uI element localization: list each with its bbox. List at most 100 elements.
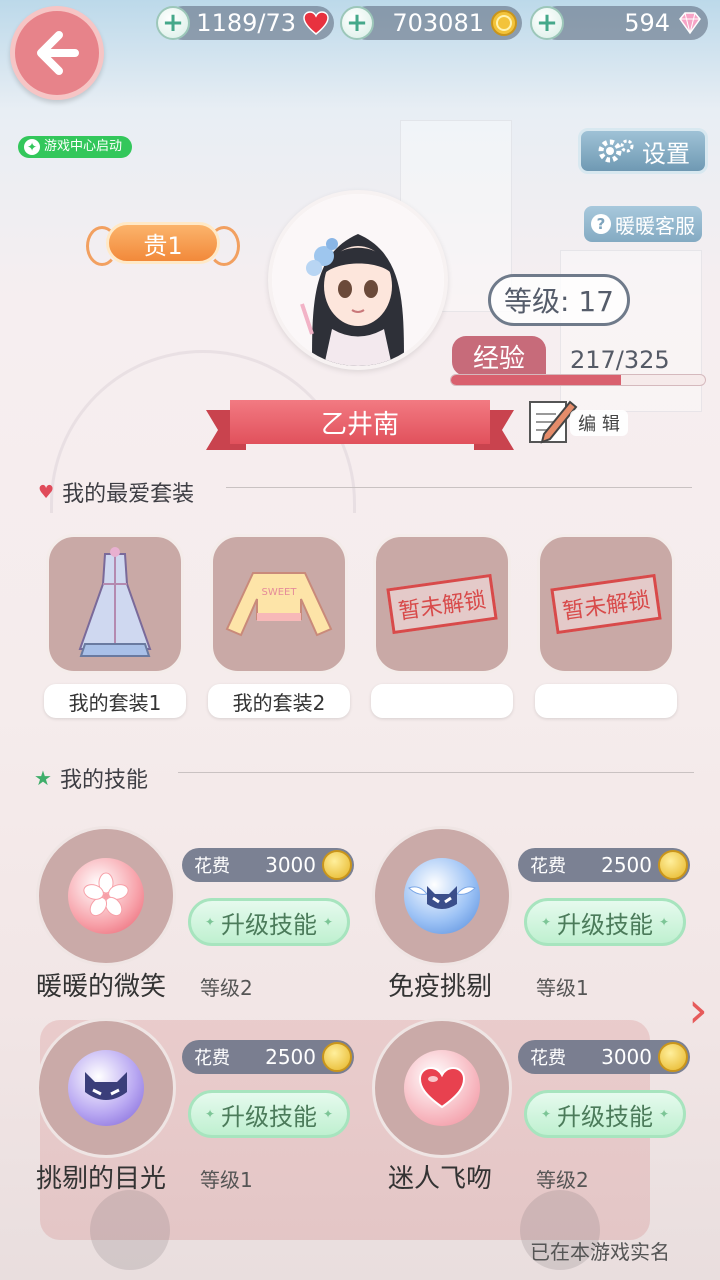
outfit-label-3 xyxy=(371,684,513,718)
skill-level-4: 等级2 xyxy=(536,1168,589,1192)
exp-label-text: 经验 xyxy=(472,343,525,374)
background-wheel xyxy=(90,1190,170,1270)
skill-level-2: 等级1 xyxy=(536,976,589,1000)
upgrade-skill-button-4[interactable]: ✦ 升级技能 ✦ xyxy=(524,1090,686,1138)
coin-icon xyxy=(322,1042,352,1072)
upgrade-skill-button-1[interactable]: ✦ 升级技能 ✦ xyxy=(188,898,350,946)
coin-value: 703081 xyxy=(392,9,484,37)
add-coins-button[interactable]: + xyxy=(340,6,374,40)
level-text: 等级: 17 xyxy=(504,285,614,318)
skill-cost-3: 花费 2500 xyxy=(182,1040,354,1074)
cost-label: 花费 xyxy=(194,1048,230,1069)
back-arrow-icon xyxy=(37,31,79,75)
customer-service-label: 暖暖客服 xyxy=(615,213,695,238)
skill-name-4: 迷人飞吻 xyxy=(388,1164,493,1194)
add-diamonds-button[interactable]: + xyxy=(530,6,564,40)
edit-name-button[interactable]: 编 辑 xyxy=(526,396,628,446)
sparkle-icon: ✦ xyxy=(323,1107,334,1121)
sparkle-icon: ✦ xyxy=(204,915,215,929)
exp-progress-bar xyxy=(450,374,706,386)
upgrade-label: 升级技能 xyxy=(557,1102,653,1131)
sparkle-icon: ✦ xyxy=(540,1107,551,1121)
sparkle-icon: ✦ xyxy=(659,915,670,929)
upgrade-label: 升级技能 xyxy=(557,910,653,939)
settings-button[interactable]: 设置 xyxy=(578,128,708,174)
diamond-value: 594 xyxy=(624,9,670,37)
game-center-icon: ✦ xyxy=(24,139,40,155)
upgrade-skill-button-3[interactable]: ✦ 升级技能 ✦ xyxy=(188,1090,350,1138)
outfit-label-1: 我的套装1 xyxy=(44,684,186,718)
stamina-value: 1189/73 xyxy=(196,9,296,37)
cost-label: 花费 xyxy=(194,856,230,877)
skill-icon-4[interactable] xyxy=(372,1018,512,1158)
cost-label: 花费 xyxy=(530,856,566,877)
outfit-card-3-locked[interactable]: 暂未解锁 xyxy=(373,534,511,674)
edit-label: 编 辑 xyxy=(578,414,620,435)
coin-icon xyxy=(658,850,688,880)
skill-level-3: 等级1 xyxy=(200,1168,253,1192)
locked-stamp: 暂未解锁 xyxy=(550,573,662,635)
skill-name-2: 免疫挑剔 xyxy=(388,972,493,1002)
skill-icon-2[interactable] xyxy=(372,826,512,966)
outfit-card-4-locked[interactable]: 暂未解锁 xyxy=(537,534,675,674)
coin-counter: 703081 xyxy=(350,6,522,40)
skill-level-1: 等级2 xyxy=(200,976,253,1000)
player-name: 乙井南 xyxy=(320,409,399,440)
outfit-label-text: 我的套装1 xyxy=(68,690,162,715)
avatar-portrait xyxy=(272,194,444,366)
coin-icon xyxy=(491,10,517,36)
outfit-label-2: 我的套装2 xyxy=(208,684,350,718)
upgrade-label: 升级技能 xyxy=(221,1102,317,1131)
cost-value: 2500 xyxy=(265,1045,316,1069)
sparkle-icon: ✦ xyxy=(540,915,551,929)
customer-service-button[interactable]: ? 暖暖客服 xyxy=(584,206,702,242)
next-page-arrow-icon[interactable]: › xyxy=(680,982,716,1038)
skill-cost-2: 花费 2500 xyxy=(518,848,690,882)
skill-cost-4: 花费 3000 xyxy=(518,1040,690,1074)
dress-icon xyxy=(78,547,152,657)
vip-label: 贵1 xyxy=(143,231,183,260)
heart-bullet-icon: ♥ xyxy=(38,481,55,503)
add-stamina-button[interactable]: + xyxy=(156,6,190,40)
skill-name-3: 挑剔的目光 xyxy=(36,1164,167,1194)
level-indicator: 等级: 17 xyxy=(488,274,630,326)
back-button[interactable] xyxy=(10,6,104,100)
favorite-outfits-title: 我的最爱套装 xyxy=(62,482,195,507)
diamond-icon xyxy=(679,12,701,35)
coin-icon xyxy=(322,850,352,880)
skills-heading: ★ 我的技能 xyxy=(34,762,148,794)
game-center-badge[interactable]: ✦ 游戏中心启动 xyxy=(18,136,133,158)
sakura-icon xyxy=(83,872,129,917)
sparkle-icon: ✦ xyxy=(204,1107,215,1121)
player-avatar[interactable] xyxy=(268,190,448,370)
skill-icon-1[interactable] xyxy=(36,826,176,966)
skill-name-1: 暖暖的微笑 xyxy=(36,972,167,1002)
sparkle-icon: ✦ xyxy=(659,1107,670,1121)
outfit-label-text: 我的套装2 xyxy=(232,690,326,715)
skill-icon-3[interactable] xyxy=(36,1018,176,1158)
favorite-outfits-heading: ♥ 我的最爱套装 xyxy=(38,476,194,508)
heart-kiss-icon xyxy=(418,1066,466,1109)
player-name-ribbon: 乙井南 xyxy=(206,400,514,450)
outfit-card-1[interactable] xyxy=(46,534,184,674)
cost-value: 2500 xyxy=(601,853,652,877)
skills-title: 我的技能 xyxy=(59,768,148,793)
sweater-icon: SWEET xyxy=(225,572,333,637)
star-bullet-icon: ★ xyxy=(34,766,52,790)
diamond-counter: 594 xyxy=(540,6,708,40)
exp-value: 217/325 xyxy=(570,346,670,374)
upgrade-skill-button-2[interactable]: ✦ 升级技能 ✦ xyxy=(524,898,686,946)
stamina-counter: 1189/73 xyxy=(166,6,334,40)
locked-stamp: 暂未解锁 xyxy=(386,573,498,635)
question-icon: ? xyxy=(591,214,611,234)
winged-mask-icon xyxy=(408,886,476,909)
cost-value: 3000 xyxy=(265,853,316,877)
outfit-card-2[interactable]: SWEET xyxy=(210,534,348,674)
cost-value: 3000 xyxy=(601,1045,652,1069)
skill-cost-1: 花费 3000 xyxy=(182,848,354,882)
upgrade-label: 升级技能 xyxy=(221,910,317,939)
settings-label: 设置 xyxy=(642,139,690,168)
heart-icon xyxy=(303,11,329,35)
vip-badge[interactable]: 贵1 xyxy=(86,218,240,268)
cat-mask-icon xyxy=(85,1072,127,1100)
